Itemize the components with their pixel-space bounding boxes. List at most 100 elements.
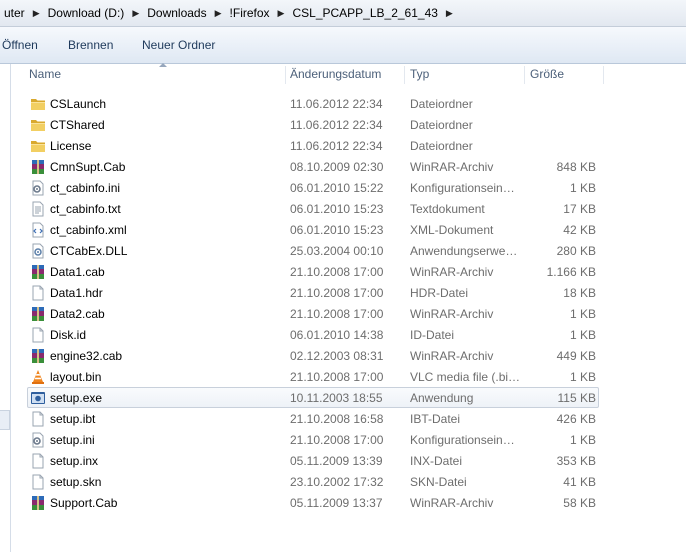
chevron-right-icon[interactable]: ▶	[128, 8, 143, 19]
blank-file-icon	[30, 453, 46, 469]
file-row[interactable]: ct_cabinfo.ini 06.01.2010 15:22 Konfigurat…	[27, 177, 599, 198]
file-name: CTShared	[50, 118, 105, 132]
column-header-size[interactable]: Größe	[530, 64, 564, 86]
file-size: 42 KB	[563, 223, 596, 237]
blank-file-icon	[30, 327, 46, 343]
column-header-name[interactable]: Name	[29, 64, 61, 86]
file-modified-date: 05.11.2009 13:37	[290, 496, 383, 510]
file-modified-date: 11.06.2012 22:34	[290, 97, 383, 111]
file-modified-date: 10.11.2003 18:55	[290, 391, 383, 405]
breadcrumb-item-downloads[interactable]: Downloads	[143, 6, 210, 20]
folder-icon	[30, 96, 46, 112]
file-row[interactable]: setup.ini 21.10.2008 17:00 Konfigurationse…	[27, 429, 599, 450]
file-type: WinRAR-Archiv	[410, 265, 494, 279]
file-type: Konfigurationsein…	[410, 433, 515, 447]
column-header-date[interactable]: Änderungsdatum	[290, 64, 381, 86]
address-bar[interactable]: uter ▶ Download (D:) ▶ Downloads ▶ !Fire…	[0, 0, 686, 27]
column-divider[interactable]	[404, 66, 405, 84]
column-header-bar: Name Änderungsdatum Typ Größe	[11, 63, 686, 86]
folder-icon	[30, 117, 46, 133]
file-modified-date: 21.10.2008 16:58	[290, 412, 384, 426]
setup-exe-icon	[30, 390, 46, 406]
file-name: engine32.cab	[50, 349, 123, 363]
file-size: 41 KB	[563, 475, 596, 489]
chevron-right-icon[interactable]: ▶	[29, 8, 44, 19]
column-header-type[interactable]: Typ	[410, 64, 429, 86]
file-modified-date: 05.11.2009 13:39	[290, 454, 383, 468]
file-row[interactable]: CmnSupt.Cab 08.10.2009 02:30 WinRAR-Archiv…	[27, 156, 599, 177]
file-type: Dateiordner	[410, 97, 473, 111]
settings-file-icon	[30, 180, 46, 196]
file-row[interactable]: setup.ibt 21.10.2008 16:58 IBT-Datei 426 KB	[27, 408, 599, 429]
folder-icon	[30, 138, 46, 154]
file-type: Anwendung	[410, 391, 474, 405]
file-modified-date: 21.10.2008 17:00	[290, 370, 384, 384]
file-name: setup.exe	[50, 391, 103, 405]
file-row[interactable]: engine32.cab 02.12.2003 08:31 WinRAR-Archi…	[27, 345, 599, 366]
file-size: 353 KB	[556, 454, 596, 468]
file-name: Data2.cab	[50, 307, 105, 321]
file-modified-date: 06.01.2010 15:22	[290, 181, 384, 195]
file-name: setup.ini	[50, 433, 95, 447]
navigation-pane[interactable]	[0, 64, 11, 552]
sort-ascending-icon	[159, 63, 167, 67]
file-row[interactable]: layout.bin 21.10.2008 17:00 VLC media file…	[27, 366, 599, 387]
file-row[interactable]: Data2.cab 21.10.2008 17:00 WinRAR-Archiv 1 …	[27, 303, 599, 324]
file-name: CSLaunch	[50, 97, 107, 111]
chevron-right-icon[interactable]: ▶	[211, 8, 226, 19]
xml-file-icon	[30, 222, 46, 238]
file-row[interactable]: CTShared 11.06.2012 22:34 Dateiordner	[27, 114, 599, 135]
file-row[interactable]: Disk.id 06.01.2010 14:38 ID-Datei 1 KB	[27, 324, 599, 345]
file-row[interactable]: License 11.06.2012 22:34 Dateiordner	[27, 135, 599, 156]
file-row[interactable]: Data1.cab 21.10.2008 17:00 WinRAR-Archiv 1.…	[27, 261, 599, 282]
file-size: 17 KB	[563, 202, 596, 216]
file-name: Support.Cab	[50, 496, 118, 510]
file-type: Textdokument	[410, 202, 485, 216]
file-size: 18 KB	[563, 286, 596, 300]
file-row[interactable]: setup.skn 23.10.2002 17:32 SKN-Datei 41 KB	[27, 471, 599, 492]
file-size: 449 KB	[556, 349, 596, 363]
file-type: XML-Dokument	[410, 223, 494, 237]
file-row[interactable]: ct_cabinfo.xml 06.01.2010 15:23 XML-Dokume…	[27, 219, 599, 240]
column-divider[interactable]	[524, 66, 525, 84]
file-name: layout.bin	[50, 370, 102, 384]
file-size: 1 KB	[569, 433, 596, 447]
file-type: Dateiordner	[410, 139, 473, 153]
file-type: SKN-Datei	[410, 475, 467, 489]
text-file-icon	[30, 201, 46, 217]
column-divider[interactable]	[285, 66, 286, 84]
breadcrumb-item-firefox[interactable]: !Firefox	[226, 6, 274, 20]
breadcrumb-item-drive[interactable]: Download (D:)	[44, 6, 129, 20]
file-row[interactable]: Data1.hdr 21.10.2008 17:00 HDR-Datei 18 KB	[27, 282, 599, 303]
nav-pane-selected-item[interactable]	[0, 410, 10, 430]
file-size: 1 KB	[569, 181, 596, 195]
column-divider[interactable]	[603, 66, 604, 84]
file-size: 1.166 KB	[546, 265, 596, 279]
open-button[interactable]: Öffnen	[2, 38, 38, 52]
file-name: setup.ibt	[50, 412, 96, 426]
file-type: Konfigurationsein…	[410, 181, 515, 195]
file-type: WinRAR-Archiv	[410, 349, 494, 363]
file-list[interactable]: CSLaunch 11.06.2012 22:34 Dateiordner CTSha…	[11, 93, 686, 523]
file-row[interactable]: setup.exe 10.11.2003 18:55 Anwendung 115 KB	[27, 387, 599, 408]
file-size: 280 KB	[556, 244, 596, 258]
breadcrumb-item-computer[interactable]: uter	[0, 6, 29, 20]
burn-button[interactable]: Brennen	[68, 38, 113, 52]
file-name: ct_cabinfo.txt	[50, 202, 121, 216]
file-type: VLC media file (.bi…	[410, 370, 521, 384]
file-row[interactable]: CSLaunch 11.06.2012 22:34 Dateiordner	[27, 93, 599, 114]
file-size: 1 KB	[569, 328, 596, 342]
file-row[interactable]: setup.inx 05.11.2009 13:39 INX-Datei 353 KB	[27, 450, 599, 471]
file-row[interactable]: Support.Cab 05.11.2009 13:37 WinRAR-Archiv…	[27, 492, 599, 513]
chevron-right-icon[interactable]: ▶	[442, 8, 457, 19]
file-modified-date: 02.12.2003 08:31	[290, 349, 384, 363]
file-modified-date: 06.01.2010 15:23	[290, 202, 384, 216]
breadcrumb-item-current-folder[interactable]: CSL_PCAPP_LB_2_61_43	[288, 6, 441, 20]
chevron-right-icon[interactable]: ▶	[274, 8, 289, 19]
file-size: 115 KB	[557, 391, 596, 405]
new-folder-button[interactable]: Neuer Ordner	[142, 38, 215, 52]
file-size: 1 KB	[569, 370, 596, 384]
file-row[interactable]: ct_cabinfo.txt 06.01.2010 15:23 Textdokume…	[27, 198, 599, 219]
file-type: HDR-Datei	[410, 286, 469, 300]
file-row[interactable]: CTCabEx.DLL 25.03.2004 00:10 Anwendungserw…	[27, 240, 599, 261]
